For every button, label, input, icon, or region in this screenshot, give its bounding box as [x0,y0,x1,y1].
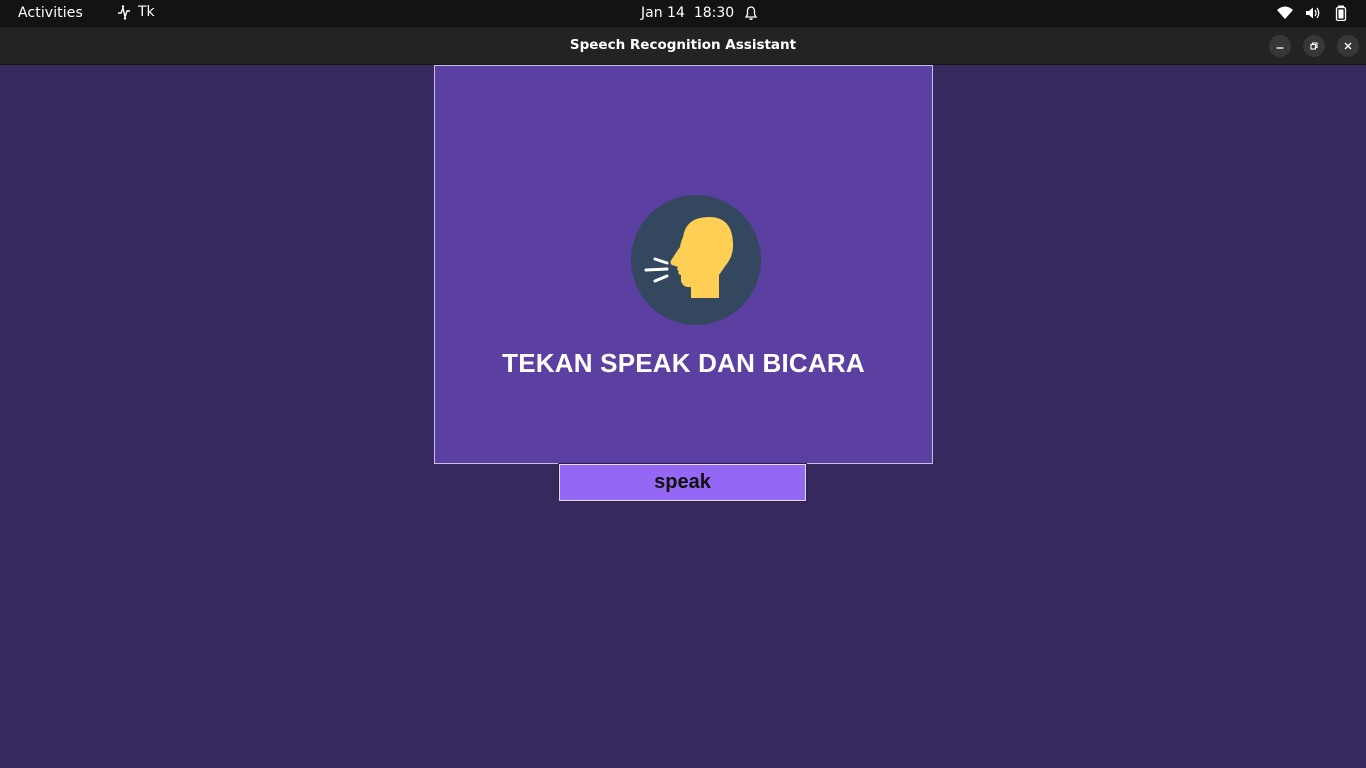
speak-button[interactable]: speak [558,463,807,502]
notification-bell-icon[interactable] [743,5,759,21]
wifi-icon [1277,6,1293,19]
clock-time: 18:30 [693,5,735,21]
maximize-button[interactable] [1303,35,1325,57]
system-top-bar: Activities Tk Jan 14 18:30 [0,0,1366,27]
volume-icon [1306,7,1320,19]
minimize-button[interactable] [1269,35,1291,57]
system-tray[interactable] [1276,5,1350,21]
app-menu[interactable]: Tk [116,4,155,20]
close-button[interactable] [1337,35,1359,57]
window-title-bar: Speech Recognition Assistant [0,27,1366,65]
battery-icon [1335,5,1347,21]
tk-app-icon [118,5,130,20]
app-content: TEKAN SPEAK DAN BICARA speak [0,65,1366,768]
clock-button[interactable]: Jan 14 18:30 [641,5,734,21]
window-title: Speech Recognition Assistant [569,37,797,53]
instruction-panel: TEKAN SPEAK DAN BICARA [434,65,933,464]
minimize-icon [1276,47,1284,49]
speaking-head-icon [631,195,761,325]
clock-date: Jan 14 [641,5,685,21]
activities-button[interactable]: Activities [18,5,83,21]
app-name: Tk [138,4,155,20]
instruction-text: TEKAN SPEAK DAN BICARA [502,348,865,378]
restore-icon [1310,42,1318,50]
close-icon [1344,42,1352,50]
